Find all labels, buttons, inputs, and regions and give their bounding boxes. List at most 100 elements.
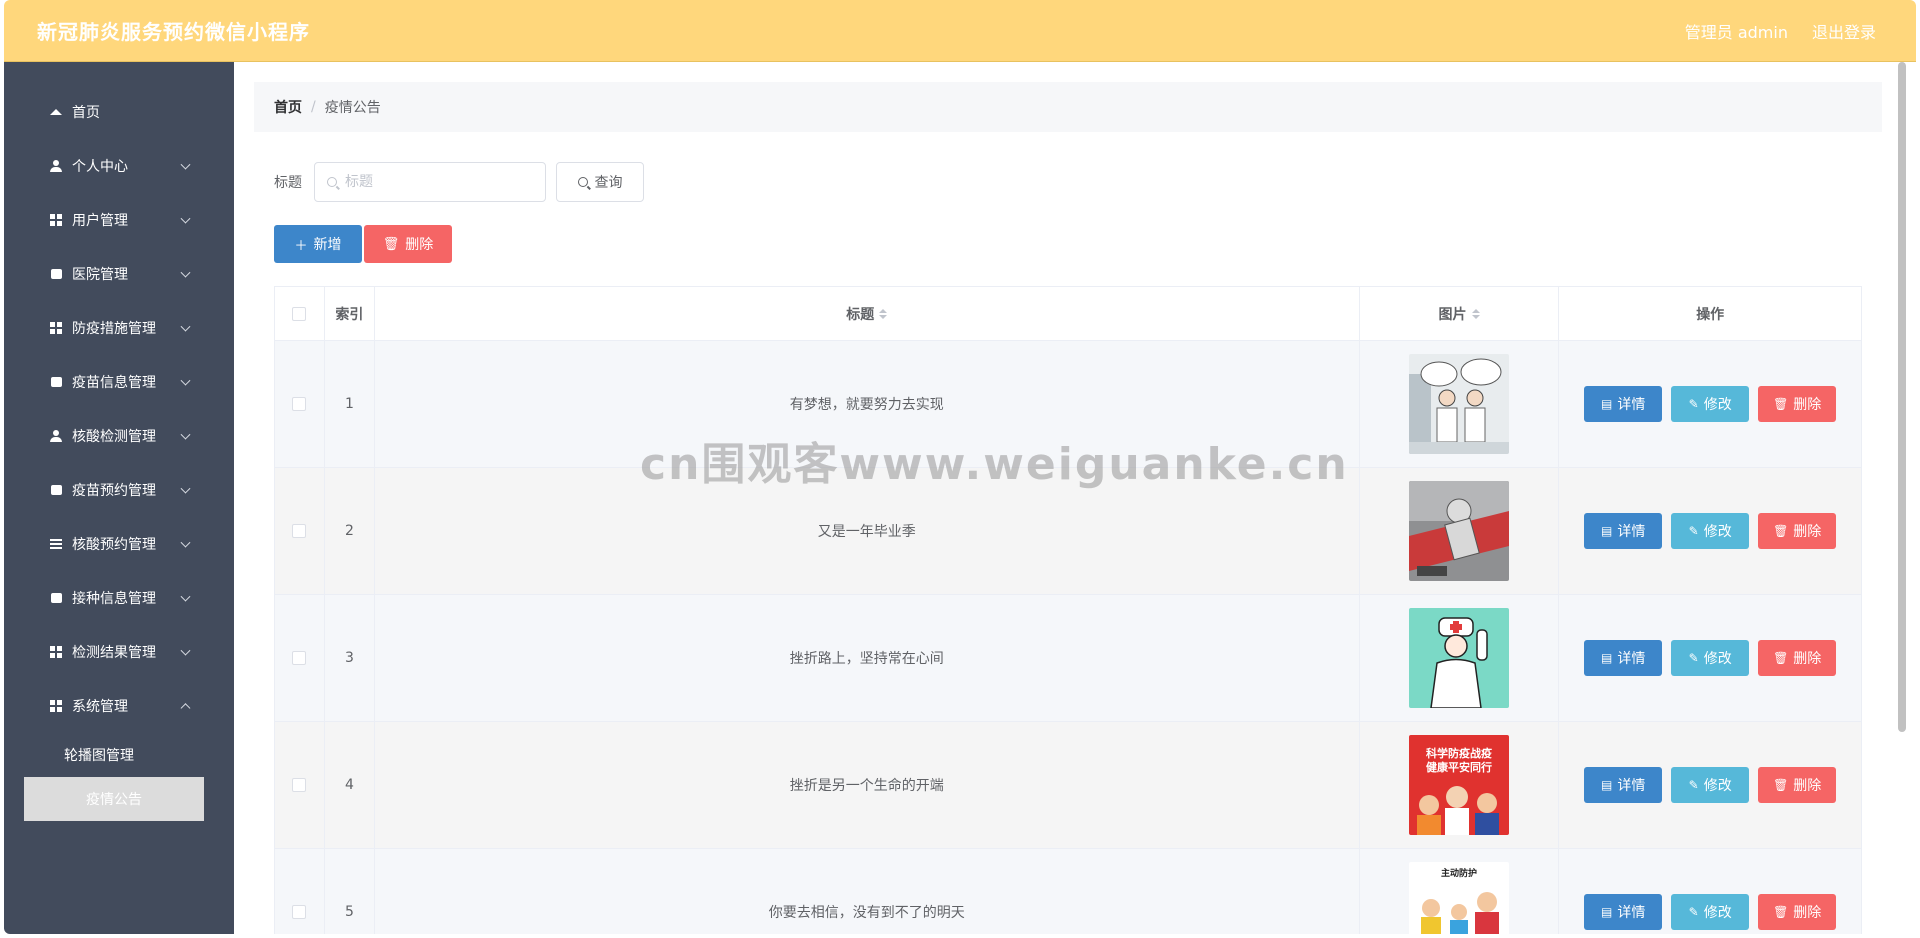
delete-button[interactable]: 🗑 删除 xyxy=(1758,640,1837,676)
sidebar-item-nucleic-test[interactable]: 核酸检测管理 xyxy=(4,409,234,463)
sidebar-item-vaccination-info[interactable]: 接种信息管理 xyxy=(4,571,234,625)
detail-button[interactable]: ▤ 详情 xyxy=(1584,640,1663,676)
chart-icon xyxy=(49,375,63,389)
sidebar-item-home[interactable]: 首页 xyxy=(4,85,234,139)
top-header: 新冠肺炎服务预约微信小程序 管理员 admin 退出登录 xyxy=(4,0,1916,62)
sidebar-item-vaccine-booking[interactable]: 疫苗预约管理 xyxy=(4,463,234,517)
chevron-down-icon xyxy=(180,537,191,548)
notice-thumbnail[interactable]: 科学防疫战疫 健康平安同行 xyxy=(1409,735,1509,835)
row-index: 2 xyxy=(325,468,375,594)
chevron-down-icon xyxy=(180,267,191,278)
detail-button[interactable]: ▤ 详情 xyxy=(1584,894,1663,930)
thumb-text-line2: 健康平安同行 xyxy=(1426,760,1492,774)
chevron-down-icon xyxy=(180,429,191,440)
sidebar-item-label: 防疫措施管理 xyxy=(72,321,156,337)
detail-button[interactable]: ▤ 详情 xyxy=(1584,767,1663,803)
edit-button[interactable]: ✎ 修改 xyxy=(1671,767,1750,803)
sidebar: 首页 个人中心 用户管理 医院管理 防疫措施管理 疫苗信息管理 核酸检测管理 疫… xyxy=(4,62,234,934)
delete-label: 删除 xyxy=(1793,905,1822,921)
sidebar-item-label: 首页 xyxy=(72,105,100,121)
batch-delete-label: 删除 xyxy=(405,237,434,253)
chevron-down-icon xyxy=(180,159,191,170)
sidebar-item-personal-center[interactable]: 个人中心 xyxy=(4,139,234,193)
edit-button[interactable]: ✎ 修改 xyxy=(1671,640,1750,676)
document-icon: ▤ xyxy=(1601,905,1613,919)
breadcrumb-home[interactable]: 首页 xyxy=(274,97,302,117)
row-title: 挫折路上，坚持常在心间 xyxy=(375,595,1360,721)
document-icon: ▤ xyxy=(1601,651,1613,665)
sidebar-subitem-carousel[interactable]: 轮播图管理 xyxy=(4,733,234,777)
row-image-cell: 科学防疫战疫 健康平安同行 xyxy=(1360,722,1560,848)
search-label: 标题 xyxy=(274,175,302,191)
edit-button[interactable]: ✎ 修改 xyxy=(1671,513,1750,549)
document-icon: ▤ xyxy=(1601,524,1613,538)
add-button[interactable]: ＋ 新增 xyxy=(274,225,362,263)
row-image-cell xyxy=(1360,595,1560,721)
breadcrumb-separator: / xyxy=(311,99,316,115)
sidebar-item-system-management[interactable]: 系统管理 xyxy=(4,679,234,733)
sidebar-item-hospital-management[interactable]: 医院管理 xyxy=(4,247,234,301)
sidebar-item-nucleic-booking[interactable]: 核酸预约管理 xyxy=(4,517,234,571)
sidebar-subitem-epidemic-notice[interactable]: 疫情公告 xyxy=(24,777,204,821)
vertical-scrollbar[interactable] xyxy=(1898,62,1906,934)
sidebar-item-user-management[interactable]: 用户管理 xyxy=(4,193,234,247)
row-select-cell xyxy=(275,468,325,594)
grid-icon xyxy=(49,213,63,227)
trash-icon: 🗑 xyxy=(1773,651,1789,665)
query-button[interactable]: 查询 xyxy=(556,162,644,202)
trash-icon: 🗑 xyxy=(1773,524,1789,538)
notice-thumbnail[interactable]: 主动防护 xyxy=(1409,862,1509,934)
table-header: 索引 标题 图片 操作 xyxy=(275,287,1861,341)
notice-thumbnail[interactable] xyxy=(1409,608,1509,708)
row-checkbox[interactable] xyxy=(292,524,307,538)
row-image-cell xyxy=(1360,341,1560,467)
row-title: 有梦想，就要努力去实现 xyxy=(375,341,1360,467)
scrollbar-thumb[interactable] xyxy=(1898,62,1906,732)
sort-icon[interactable] xyxy=(1471,308,1480,319)
search-field[interactable] xyxy=(314,162,546,202)
row-checkbox[interactable] xyxy=(292,778,307,792)
row-checkbox[interactable] xyxy=(292,651,307,665)
grid-icon xyxy=(49,645,63,659)
edit-button[interactable]: ✎ 修改 xyxy=(1671,386,1750,422)
header-image[interactable]: 图片 xyxy=(1360,287,1560,340)
header-title[interactable]: 标题 xyxy=(375,287,1360,340)
select-all-checkbox[interactable] xyxy=(292,306,307,321)
delete-button[interactable]: 🗑 删除 xyxy=(1758,767,1837,803)
detail-button[interactable]: ▤ 详情 xyxy=(1584,513,1663,549)
delete-button[interactable]: 🗑 删除 xyxy=(1758,894,1837,930)
table-row: 1 有梦想，就要努力去实现 ▤ 详情 ✎ 修改 🗑 删除 xyxy=(275,341,1861,468)
sidebar-item-epidemic-measures[interactable]: 防疫措施管理 xyxy=(4,301,234,355)
row-checkbox[interactable] xyxy=(292,397,307,411)
sidebar-item-label: 用户管理 xyxy=(72,213,128,229)
row-checkbox[interactable] xyxy=(292,905,307,919)
grid-icon xyxy=(49,321,63,335)
row-operations: ▤ 详情 ✎ 修改 🗑 删除 xyxy=(1559,849,1861,934)
sidebar-item-label: 接种信息管理 xyxy=(72,591,156,607)
sidebar-item-vaccine-info[interactable]: 疫苗信息管理 xyxy=(4,355,234,409)
notice-thumbnail[interactable] xyxy=(1409,481,1509,581)
edit-label: 修改 xyxy=(1703,651,1732,667)
admin-user-label[interactable]: 管理员 admin xyxy=(1685,19,1788,43)
pencil-icon: ✎ xyxy=(1688,524,1699,538)
logout-link[interactable]: 退出登录 xyxy=(1812,19,1876,43)
row-index: 4 xyxy=(325,722,375,848)
delete-button[interactable]: 🗑 删除 xyxy=(1758,513,1837,549)
row-select-cell xyxy=(275,849,325,934)
detail-label: 详情 xyxy=(1617,905,1646,921)
chevron-down-icon xyxy=(180,483,191,494)
detail-label: 详情 xyxy=(1617,397,1646,413)
pencil-icon: ✎ xyxy=(1688,778,1699,792)
trash-icon: 🗑 xyxy=(1773,905,1789,919)
document-icon: ▤ xyxy=(1601,778,1613,792)
sidebar-item-test-results[interactable]: 检测结果管理 xyxy=(4,625,234,679)
search-input[interactable] xyxy=(345,174,535,190)
sort-icon[interactable] xyxy=(879,308,888,319)
edit-button[interactable]: ✎ 修改 xyxy=(1671,894,1750,930)
notice-thumbnail[interactable] xyxy=(1409,354,1509,454)
delete-button[interactable]: 🗑 删除 xyxy=(1758,386,1837,422)
table-row: 5 你要去相信，没有到不了的明天 主动防护 ▤ 详情 ✎ 修改 🗑 删除 xyxy=(275,849,1861,934)
batch-delete-button[interactable]: 🗑 删除 xyxy=(364,225,452,263)
breadcrumb-current: 疫情公告 xyxy=(324,100,381,116)
detail-button[interactable]: ▤ 详情 xyxy=(1584,386,1663,422)
